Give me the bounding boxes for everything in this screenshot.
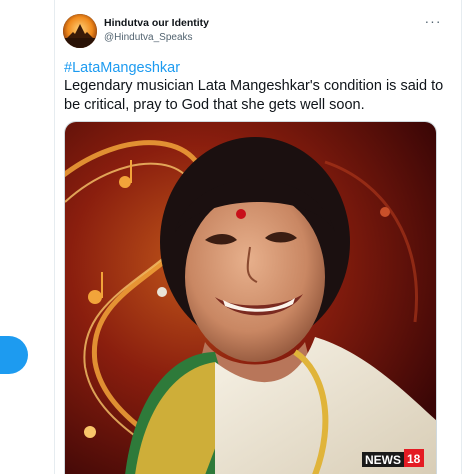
author-name[interactable]: Hindutva our Identity [104, 17, 209, 29]
tweet-text: Legendary musician Lata Mangeshkar's con… [64, 78, 444, 113]
author-handle[interactable]: @Hindutva_Speaks [104, 32, 193, 43]
avatar[interactable] [63, 14, 97, 48]
timeline-right-border [461, 0, 462, 474]
logo-text: NEWS [365, 453, 401, 467]
news18-logo: NEWS 18 [362, 449, 424, 467]
portrait-image [65, 122, 436, 474]
sidebar-tweet-button[interactable] [0, 336, 28, 374]
ellipsis-icon[interactable]: ··· [424, 14, 442, 32]
timeline-left-border [54, 0, 55, 474]
logo-number: 18 [407, 452, 421, 466]
tweet-media-image[interactable] [64, 121, 437, 474]
hashtag-link[interactable]: #LataMangeshkar [64, 60, 180, 76]
avatar-image [63, 14, 97, 48]
